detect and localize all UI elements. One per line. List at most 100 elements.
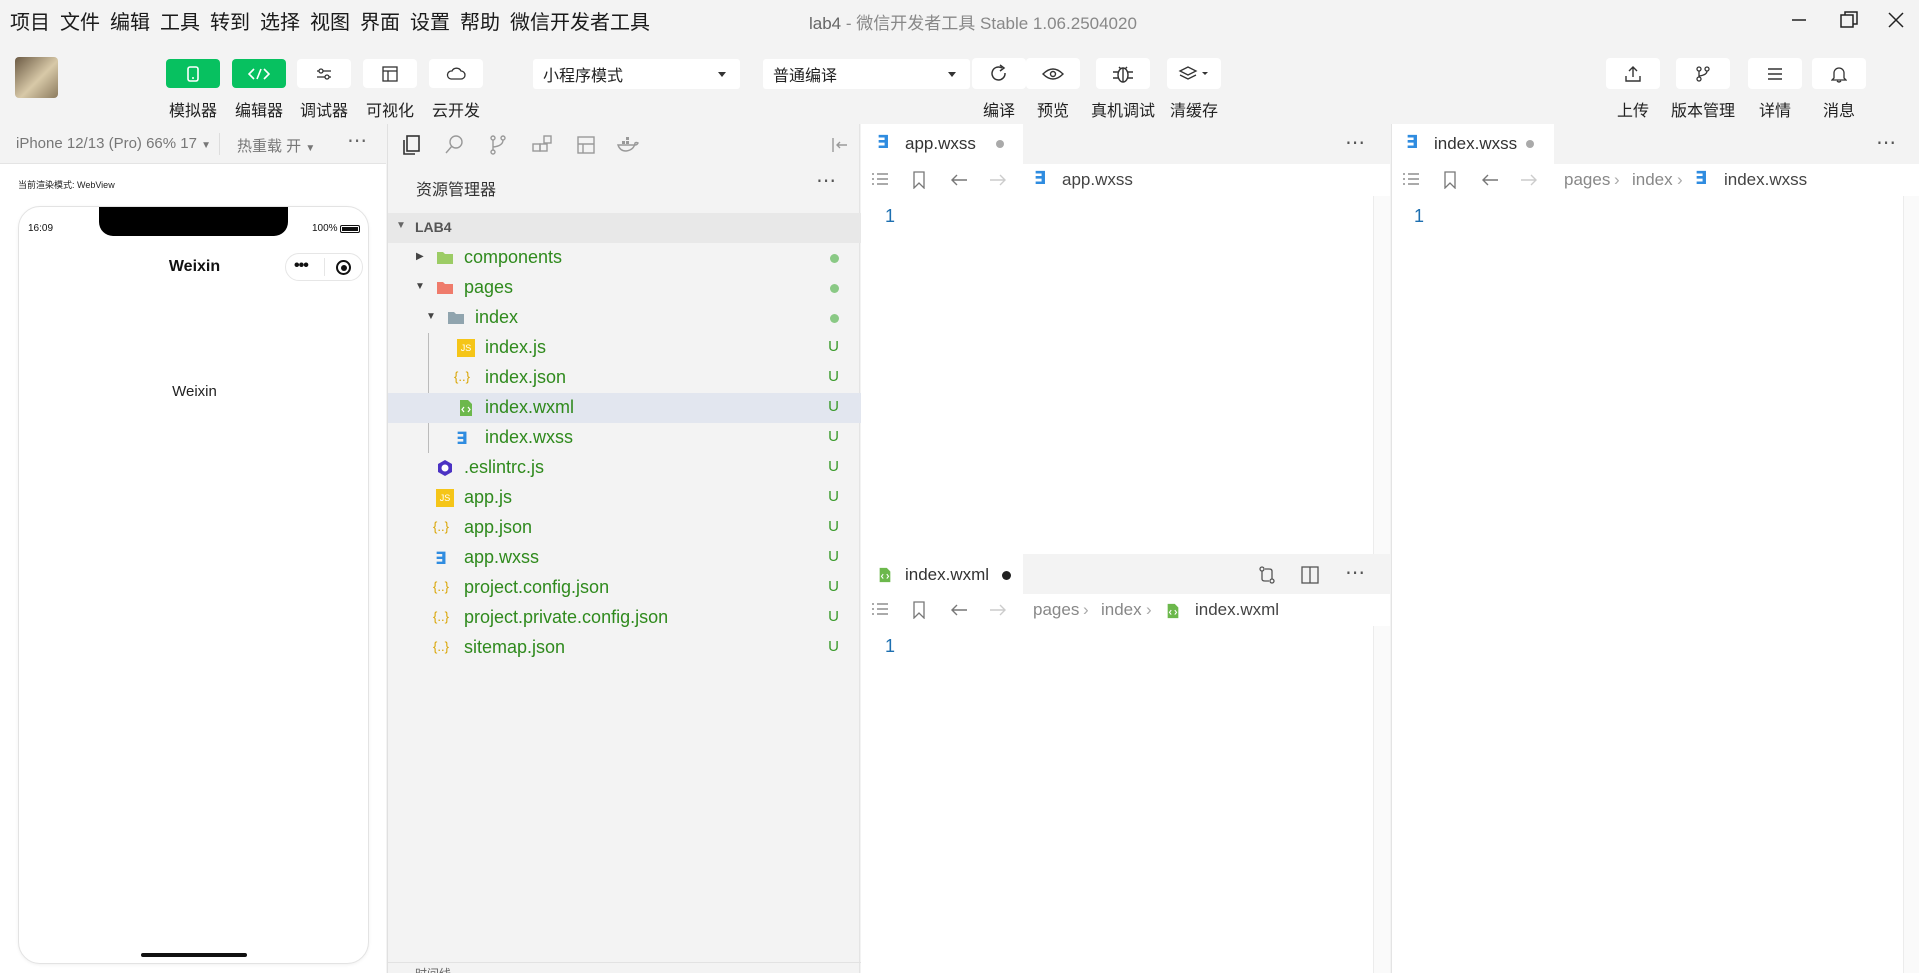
mode-select[interactable]: 小程序模式 bbox=[533, 59, 740, 89]
unsaved-dot[interactable] bbox=[1002, 571, 1011, 580]
list-icon[interactable] bbox=[871, 602, 889, 618]
breadcrumb-file[interactable]: app.wxss bbox=[1062, 170, 1133, 190]
unsaved-dot[interactable] bbox=[996, 140, 1004, 148]
upload-icon bbox=[1625, 65, 1641, 82]
details-button[interactable] bbox=[1748, 58, 1802, 89]
layout-pane-icon[interactable] bbox=[574, 133, 598, 157]
menu-project[interactable]: 项目 bbox=[10, 6, 50, 35]
editor-button[interactable] bbox=[232, 59, 286, 88]
messages-button[interactable] bbox=[1812, 58, 1866, 89]
docker-icon[interactable] bbox=[616, 133, 640, 157]
scrollbar[interactable] bbox=[1373, 626, 1390, 973]
editor-more-button[interactable]: ⋯ bbox=[1345, 560, 1365, 585]
breadcrumb-index[interactable]: index bbox=[1101, 600, 1142, 620]
tree-item-index-js[interactable]: JS index.js U bbox=[388, 333, 861, 363]
more-dots-icon[interactable]: ••• bbox=[294, 257, 309, 275]
project-name: lab4 bbox=[809, 14, 842, 33]
back-arrow-icon[interactable] bbox=[950, 172, 968, 188]
tab-app-wxss[interactable]: ∃ app.wxss bbox=[861, 124, 1023, 164]
hot-reload-toggle[interactable]: 热重载 开 ▼ bbox=[237, 135, 315, 156]
tree-item-app-json[interactable]: {..} app.json U bbox=[388, 513, 861, 543]
forward-arrow-icon[interactable] bbox=[989, 602, 1007, 618]
capsule-button[interactable]: ••• bbox=[285, 253, 363, 281]
unsaved-dot[interactable] bbox=[1526, 140, 1534, 148]
bell-icon bbox=[1831, 66, 1847, 83]
back-arrow-icon[interactable] bbox=[1481, 172, 1499, 188]
remote-debug-button[interactable] bbox=[1096, 58, 1150, 89]
cloud-button[interactable] bbox=[429, 59, 483, 88]
tree-root[interactable]: ▼ LAB4 bbox=[388, 213, 861, 243]
tab-index-wxml[interactable]: index.wxml bbox=[861, 554, 1023, 594]
close-button[interactable] bbox=[1881, 6, 1911, 34]
version-button[interactable] bbox=[1676, 58, 1730, 89]
compare-changes-icon[interactable] bbox=[1257, 565, 1277, 585]
scrollbar[interactable] bbox=[1903, 196, 1919, 973]
compile-select-value: 普通编译 bbox=[773, 68, 838, 85]
list-icon[interactable] bbox=[1402, 172, 1420, 188]
files-icon[interactable] bbox=[400, 133, 424, 157]
close-miniprogram-icon[interactable] bbox=[336, 260, 351, 275]
menu-help[interactable]: 帮助 bbox=[460, 6, 500, 35]
extensions-icon[interactable] bbox=[530, 133, 554, 157]
menu-file[interactable]: 文件 bbox=[60, 6, 100, 35]
compile-button[interactable] bbox=[972, 58, 1026, 89]
breadcrumb-pages[interactable]: pages bbox=[1564, 170, 1610, 190]
tree-item-app-js[interactable]: JS app.js U bbox=[388, 483, 861, 513]
forward-arrow-icon[interactable] bbox=[989, 172, 1007, 188]
tree-item-index-wxss[interactable]: ∃ index.wxss U bbox=[388, 423, 861, 453]
breadcrumb-index[interactable]: index bbox=[1632, 170, 1673, 190]
editor-more-button[interactable]: ⋯ bbox=[1876, 130, 1896, 155]
menu-interface[interactable]: 界面 bbox=[360, 6, 400, 35]
tree-item-project-config[interactable]: {..} project.config.json U bbox=[388, 573, 861, 603]
simulator-more-button[interactable]: ⋯ bbox=[347, 128, 367, 153]
menu-goto[interactable]: 转到 bbox=[210, 6, 250, 35]
breadcrumb-file[interactable]: index.wxml bbox=[1195, 600, 1279, 620]
compile-select[interactable]: 普通编译 bbox=[763, 59, 970, 89]
tree-item-sitemap[interactable]: {..} sitemap.json U bbox=[388, 633, 861, 663]
scrollbar[interactable] bbox=[1373, 196, 1390, 554]
wxss-file-icon: ∃ bbox=[1695, 168, 1708, 188]
explorer-more-button[interactable]: ⋯ bbox=[816, 168, 836, 193]
json-file-icon: {..} bbox=[433, 639, 449, 654]
menu-tools[interactable]: 工具 bbox=[160, 6, 200, 35]
collapse-panel-icon[interactable] bbox=[828, 133, 852, 157]
menu-lines-icon bbox=[1768, 67, 1782, 80]
clear-cache-button[interactable] bbox=[1167, 58, 1221, 89]
forward-arrow-icon[interactable] bbox=[1520, 172, 1538, 188]
menu-view[interactable]: 视图 bbox=[310, 6, 350, 35]
tree-item-eslintrc[interactable]: .eslintrc.js U bbox=[388, 453, 861, 483]
upload-button[interactable] bbox=[1606, 58, 1660, 89]
visual-button[interactable] bbox=[363, 59, 417, 88]
back-arrow-icon[interactable] bbox=[950, 602, 968, 618]
avatar[interactable] bbox=[15, 57, 58, 98]
menu-edit[interactable]: 编辑 bbox=[110, 6, 150, 35]
tree-item-pages[interactable]: ▼ pages bbox=[388, 273, 861, 303]
source-control-icon[interactable] bbox=[486, 133, 510, 157]
minimize-button[interactable] bbox=[1784, 6, 1814, 34]
timeline-section[interactable]: 时间线 bbox=[388, 962, 861, 973]
restore-button[interactable] bbox=[1834, 6, 1864, 34]
preview-button[interactable] bbox=[1026, 58, 1080, 89]
tree-item-app-wxss[interactable]: ∃ app.wxss U bbox=[388, 543, 861, 573]
bookmark-icon[interactable] bbox=[1443, 171, 1457, 189]
menu-settings[interactable]: 设置 bbox=[410, 6, 450, 35]
split-editor-icon[interactable] bbox=[1301, 566, 1319, 584]
bookmark-icon[interactable] bbox=[912, 171, 926, 189]
tree-item-index-folder[interactable]: ▼ index bbox=[388, 303, 861, 333]
debugger-button[interactable] bbox=[297, 59, 351, 88]
tree-item-project-private-config[interactable]: {..} project.private.config.json U bbox=[388, 603, 861, 633]
menu-devtools[interactable]: 微信开发者工具 bbox=[510, 6, 650, 35]
tree-item-index-wxml[interactable]: index.wxml U bbox=[388, 393, 861, 423]
tree-item-index-json[interactable]: {..} index.json U bbox=[388, 363, 861, 393]
simulator-button[interactable] bbox=[166, 59, 220, 88]
tab-index-wxss[interactable]: ∃ index.wxss bbox=[1392, 124, 1554, 164]
tree-item-components[interactable]: ▶ components bbox=[388, 243, 861, 273]
bookmark-icon[interactable] bbox=[912, 601, 926, 619]
breadcrumb-file[interactable]: index.wxss bbox=[1724, 170, 1807, 190]
menu-select[interactable]: 选择 bbox=[260, 6, 300, 35]
search-icon[interactable] bbox=[442, 133, 466, 157]
breadcrumb-pages[interactable]: pages bbox=[1033, 600, 1079, 620]
editor-more-button[interactable]: ⋯ bbox=[1345, 130, 1365, 155]
list-icon[interactable] bbox=[871, 172, 889, 188]
device-select[interactable]: iPhone 12/13 (Pro) 66% 17 ▼ bbox=[16, 135, 211, 152]
